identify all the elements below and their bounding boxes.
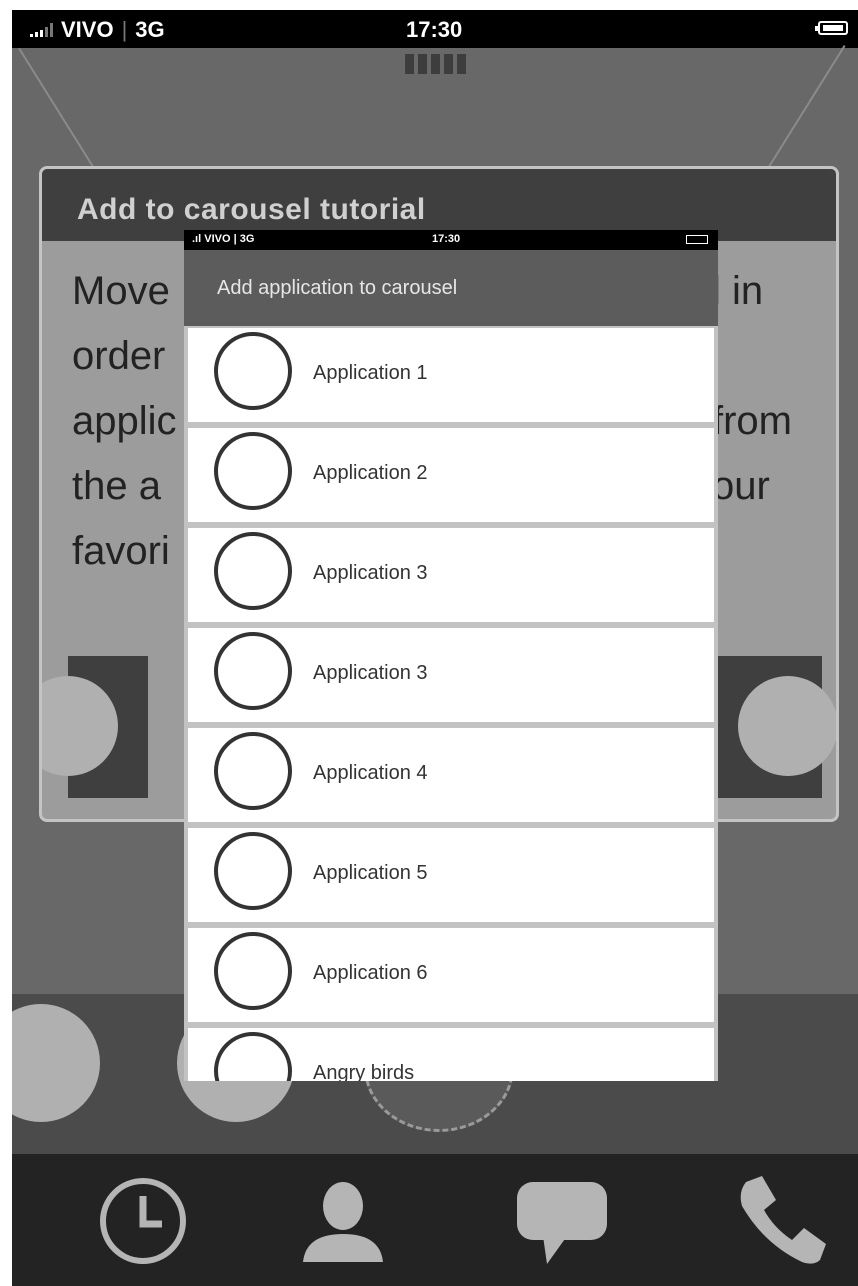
phone-icon[interactable] <box>734 1176 826 1266</box>
tutorial-line: order <box>72 334 166 378</box>
modal-battery-icon <box>686 235 708 244</box>
tutorial-line-end: our <box>712 464 770 508</box>
phone-screen: VIVO | 3G 17:30 Add to carousel tutorial… <box>12 10 858 1286</box>
modal-carrier: .ıl VIVO | 3G <box>192 233 255 245</box>
app-label: Application 1 <box>313 362 428 384</box>
modal-status-bar: .ıl VIVO | 3G 17:30 <box>184 230 718 250</box>
app-icon <box>214 932 292 1010</box>
tutorial-line: the a <box>72 464 161 508</box>
clock-icon[interactable] <box>98 1176 188 1266</box>
app-label: Application 4 <box>313 762 428 784</box>
status-bar: VIVO | 3G 17:30 <box>12 10 858 48</box>
modal-title: Add application to carousel <box>184 250 718 326</box>
status-time: 17:30 <box>406 17 463 42</box>
battery-icon <box>815 21 848 35</box>
app-icon <box>214 532 292 610</box>
add-app-modal: .ıl VIVO | 3G 17:30 Add application to c… <box>184 230 718 1081</box>
app-label: Application 3 <box>313 662 428 684</box>
carousel-app[interactable] <box>12 1004 100 1122</box>
chat-icon[interactable] <box>517 1176 607 1266</box>
app-list-item[interactable]: Application 1 <box>188 328 714 422</box>
app-list-item[interactable]: Application 6 <box>188 928 714 1022</box>
tutorial-carousel-left <box>42 656 148 798</box>
app-icon <box>214 732 292 810</box>
app-list: Application 1 Application 2 Application … <box>188 328 714 1081</box>
tutorial-line-end: l in <box>712 269 764 313</box>
signal-icon <box>30 23 53 37</box>
tutorial-line: Move <box>72 269 170 313</box>
app-icon <box>214 832 292 910</box>
network-label: 3G <box>135 17 165 42</box>
app-list-item[interactable]: Application 2 <box>188 428 714 522</box>
app-circle <box>738 676 836 776</box>
tutorial-line: favori <box>72 529 170 573</box>
tutorial-carousel-right <box>712 656 836 798</box>
tutorial-line-end: from <box>712 399 792 443</box>
contacts-icon[interactable] <box>298 1176 388 1266</box>
tab-bar <box>12 1154 858 1286</box>
app-list-item[interactable]: Application 3 <box>188 628 714 722</box>
status-separator: | <box>121 17 128 42</box>
app-list-item[interactable]: Angry birds <box>188 1028 714 1081</box>
tutorial-line: applic <box>72 399 177 443</box>
app-icon <box>214 432 292 510</box>
app-list-item[interactable]: Application 4 <box>188 728 714 822</box>
carrier-label: VIVO <box>61 17 114 42</box>
app-label: Application 6 <box>313 962 428 984</box>
app-label: Application 2 <box>313 462 428 484</box>
app-icon <box>214 632 292 710</box>
app-list-item[interactable]: Application 3 <box>188 528 714 622</box>
decor-line-right <box>767 45 846 170</box>
app-list-item[interactable]: Application 5 <box>188 828 714 922</box>
modal-time: 17:30 <box>432 233 461 245</box>
app-label: Application 3 <box>313 562 428 584</box>
page-indicator <box>405 54 466 74</box>
app-label: Angry birds <box>313 1062 415 1081</box>
decor-line-left <box>18 48 97 173</box>
app-label: Application 5 <box>313 862 428 884</box>
app-icon <box>214 1032 292 1081</box>
app-icon <box>214 332 292 410</box>
app-circle <box>42 676 118 776</box>
